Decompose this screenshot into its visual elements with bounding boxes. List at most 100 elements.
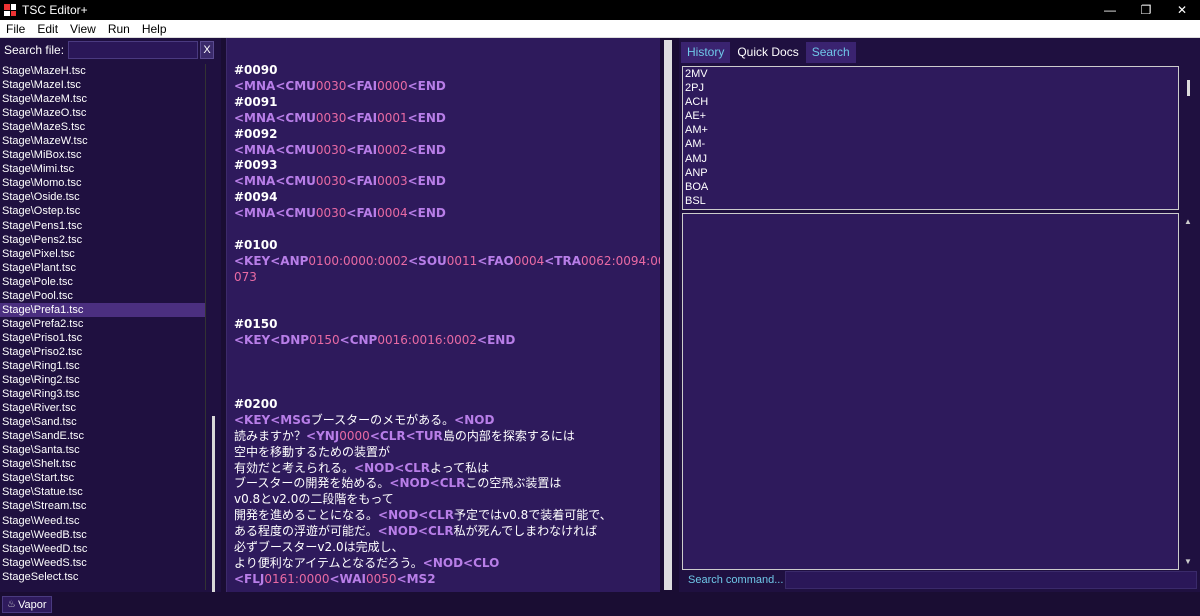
- file-list-item[interactable]: Stage\Stream.tsc: [0, 499, 205, 513]
- code-line: <MNA<CMU0030<FAI0001<END: [234, 110, 446, 126]
- vapor-button[interactable]: ♨ Vapor: [2, 596, 52, 613]
- code-token-cmd: <END: [407, 110, 446, 125]
- code-token-cmd: <YNJ: [306, 428, 340, 443]
- file-list-item[interactable]: Stage\Santa.tsc: [0, 443, 205, 457]
- code-token-num: 0150: [309, 333, 340, 348]
- menu-edit[interactable]: Edit: [31, 22, 64, 36]
- file-list-scrollbar[interactable]: [207, 64, 221, 602]
- editor-scrollbar[interactable]: [660, 38, 676, 592]
- code-token-txt: 読みますか？: [234, 428, 307, 443]
- file-list-item[interactable]: Stage\SandE.tsc: [0, 429, 205, 443]
- code-token-cmd: <NOD<CLO: [422, 555, 500, 570]
- file-list-item[interactable]: Stage\Statue.tsc: [0, 485, 205, 499]
- command-list-item[interactable]: BSL: [683, 194, 1178, 208]
- command-list-item[interactable]: AM-: [683, 137, 1178, 151]
- file-list-item[interactable]: Stage\Pool.tsc: [0, 289, 205, 303]
- file-list-item[interactable]: Stage\Momo.tsc: [0, 176, 205, 190]
- code-line: #0100: [234, 237, 277, 253]
- code-line: 073: [234, 269, 257, 285]
- file-list-item[interactable]: Stage\River.tsc: [0, 401, 205, 415]
- file-list-item[interactable]: Stage\MazeW.tsc: [0, 134, 205, 148]
- code-token-num: 0016:0016:0002: [377, 333, 478, 348]
- file-list-item[interactable]: Stage\Ostep.tsc: [0, 204, 205, 218]
- file-list-item[interactable]: Stage\Ring3.tsc: [0, 387, 205, 401]
- file-list-item[interactable]: Stage\Start.tsc: [0, 471, 205, 485]
- tab-history[interactable]: History: [681, 42, 731, 63]
- file-list-item[interactable]: Stage\Pens2.tsc: [0, 233, 205, 247]
- file-list-item[interactable]: Stage\Mimi.tsc: [0, 162, 205, 176]
- vapor-icon: ♨: [7, 599, 16, 610]
- code-token-cmd: <MNA<CMU: [234, 206, 316, 221]
- code-token-num: 0161:0000: [264, 571, 330, 586]
- scroll-up-icon[interactable]: ▲: [1184, 217, 1192, 226]
- command-list-scroll-thumb[interactable]: [1187, 80, 1190, 96]
- command-list-item[interactable]: AM+: [683, 123, 1178, 137]
- file-list-item[interactable]: Stage\Priso2.tsc: [0, 345, 205, 359]
- code-token-cmd: <MS2: [396, 571, 436, 586]
- code-token-label: #0091: [234, 94, 278, 109]
- file-list-item[interactable]: Stage\Oside.tsc: [0, 190, 205, 204]
- code-token-txt: 有効だと考えられる。: [234, 460, 355, 475]
- code-token-cmd: <NOD<CLR: [377, 524, 454, 539]
- command-list-item[interactable]: ACH: [683, 95, 1178, 109]
- command-list-item[interactable]: BOA: [683, 180, 1178, 194]
- maximize-button[interactable]: ❐: [1128, 0, 1164, 20]
- command-list-item[interactable]: ANP: [683, 166, 1178, 180]
- minimize-button[interactable]: —: [1092, 0, 1128, 20]
- docs-tabs: History Quick Docs Search: [681, 42, 857, 63]
- file-list-item[interactable]: Stage\MazeS.tsc: [0, 120, 205, 134]
- file-list-item[interactable]: Stage\Prefa1.tsc: [0, 302, 205, 317]
- command-list[interactable]: 2MV 2PJ ACH AE+ AM+ AM- AMJ ANP BOA BSL: [682, 66, 1179, 210]
- file-list-item[interactable]: Stage\Prefa2.tsc: [0, 317, 205, 331]
- search-file-input[interactable]: [68, 41, 199, 59]
- editor-scroll-thumb[interactable]: [664, 40, 672, 590]
- file-list-item[interactable]: Stage\Pixel.tsc: [0, 247, 205, 261]
- file-list-item[interactable]: Stage\MazeM.tsc: [0, 92, 205, 106]
- file-list-item[interactable]: Stage\WeedS.tsc: [0, 556, 205, 570]
- file-list-item[interactable]: Stage\MazeH.tsc: [0, 64, 205, 78]
- file-list-item[interactable]: Stage\Weed.tsc: [0, 514, 205, 528]
- file-list-item[interactable]: Stage\Pole.tsc: [0, 275, 205, 289]
- command-list-item[interactable]: AE+: [683, 109, 1178, 123]
- clear-search-button[interactable]: X: [200, 41, 215, 59]
- file-list-item[interactable]: Stage\Sand.tsc: [0, 415, 205, 429]
- file-list-item[interactable]: Stage\Ring1.tsc: [0, 359, 205, 373]
- tab-search[interactable]: Search: [805, 42, 856, 63]
- file-list-item[interactable]: Stage\MiBox.tsc: [0, 148, 205, 162]
- menu-view[interactable]: View: [64, 22, 102, 36]
- file-list-item[interactable]: Stage\Plant.tsc: [0, 261, 205, 275]
- code-token-num: 0004: [513, 253, 545, 268]
- tab-quick-docs[interactable]: Quick Docs: [731, 42, 805, 63]
- code-token-cmd: <NOD<CLR: [389, 476, 466, 491]
- menu-help[interactable]: Help: [136, 22, 173, 36]
- docs-panel: History Quick Docs Search 2MV 2PJ ACH AE+ AM…: [679, 38, 1200, 592]
- app-icon: [4, 4, 16, 16]
- file-list-item[interactable]: Stage\WeedD.tsc: [0, 542, 205, 556]
- menu-file[interactable]: File: [0, 22, 31, 36]
- file-list-item[interactable]: StageSelect.tsc: [0, 570, 205, 584]
- file-list-item[interactable]: Stage\Priso1.tsc: [0, 331, 205, 345]
- close-button[interactable]: ✕: [1164, 0, 1200, 20]
- code-line: #0200: [234, 396, 277, 412]
- command-list-item[interactable]: AMJ: [683, 152, 1178, 166]
- menu-bar: File Edit View Run Help: [0, 20, 1200, 38]
- file-list-item[interactable]: Stage\MazeI.tsc: [0, 78, 205, 92]
- file-list-item[interactable]: Stage\Ring2.tsc: [0, 373, 205, 387]
- doc-view-scrollbar[interactable]: ▲ ▼: [1179, 213, 1197, 570]
- menu-run[interactable]: Run: [102, 22, 136, 36]
- file-list-scroll-thumb[interactable]: [212, 416, 215, 602]
- file-list-item[interactable]: Stage\MazeO.tsc: [0, 106, 205, 120]
- code-token-cmd: <MNA<CMU: [234, 142, 316, 157]
- file-list-item[interactable]: Stage\WeedB.tsc: [0, 528, 205, 542]
- file-list-item[interactable]: Stage\Pens1.tsc: [0, 219, 205, 233]
- file-list[interactable]: Stage\MazeH.tsc Stage\MazeI.tsc Stage\Maze…: [0, 64, 206, 590]
- search-command-input[interactable]: [785, 571, 1197, 589]
- file-list-item[interactable]: Stage\Shelt.tsc: [0, 457, 205, 471]
- script-editor[interactable]: #0090 <MNA<CMU0030<FAI0000<END #0091 <MNA<C…: [226, 38, 660, 592]
- code-token-txt: この空飛ぶ装置は: [465, 476, 562, 491]
- scroll-down-icon[interactable]: ▼: [1184, 557, 1192, 566]
- command-list-item[interactable]: 2MV: [683, 67, 1178, 81]
- code-token-txt: 空中を移動するための装置が: [234, 444, 391, 459]
- command-list-scrollbar[interactable]: [1179, 66, 1197, 210]
- command-list-item[interactable]: 2PJ: [683, 81, 1178, 95]
